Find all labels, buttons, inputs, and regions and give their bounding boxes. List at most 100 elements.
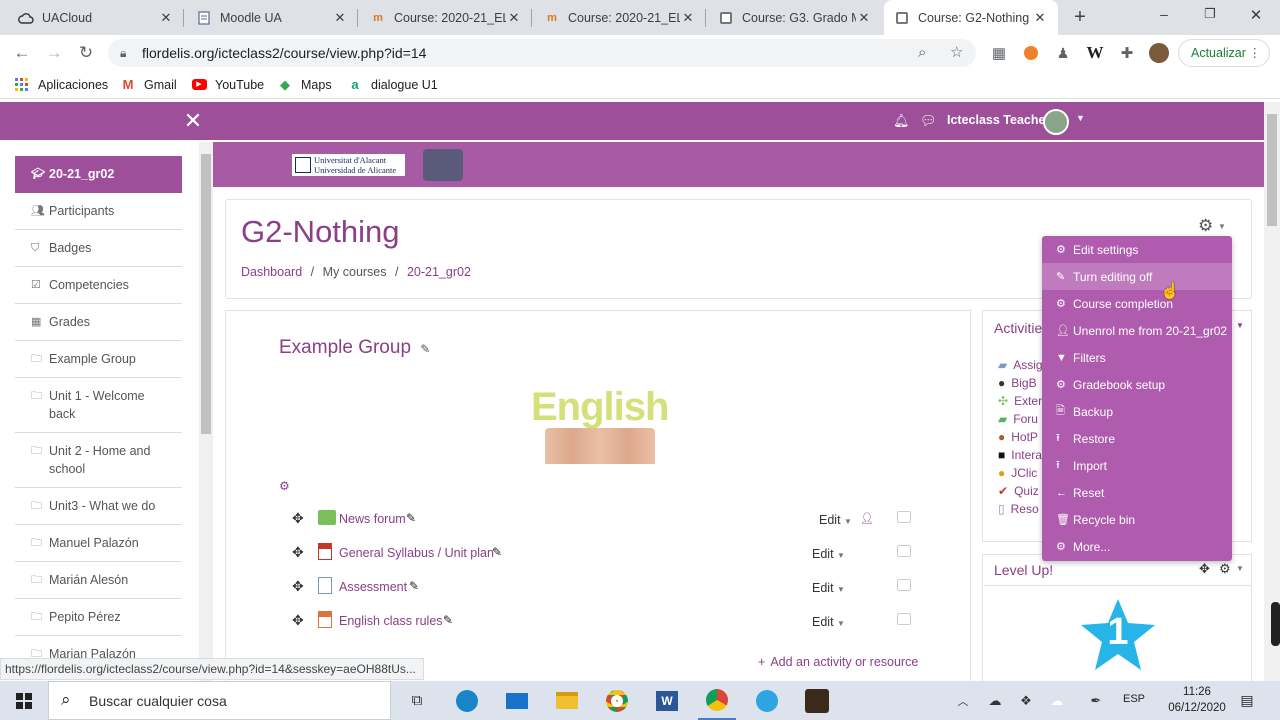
bookmark-apps[interactable]: Aplicaciones xyxy=(14,71,108,98)
notifications-icon[interactable]: ▤ xyxy=(1234,681,1260,720)
bookmark-dialogue[interactable]: a dialogue U1 xyxy=(347,71,437,98)
user-icon[interactable]: 👤︎ xyxy=(860,512,874,525)
drawer-item-section[interactable]: 🗀 Manuel Palazón xyxy=(15,525,182,562)
drawer-item-section[interactable]: 🗀 Unit 1 - Welcome back xyxy=(15,378,182,433)
word-icon[interactable]: W xyxy=(648,681,686,720)
activity-type-item[interactable]: ■ Intera xyxy=(998,446,1043,464)
edit-menu[interactable]: Edit ▼ xyxy=(812,547,845,561)
task-view-icon[interactable]: ⧉ xyxy=(402,681,432,720)
page-scrollbar[interactable] xyxy=(1264,102,1280,681)
activity-type-item[interactable]: ● JClic xyxy=(998,464,1043,482)
activity-type-item[interactable]: ▯ Reso xyxy=(998,500,1043,518)
scrollbar-thumb[interactable] xyxy=(201,154,211,434)
zoom-icon[interactable]: ⌕ xyxy=(918,39,926,67)
new-tab-icon[interactable]: + xyxy=(1068,5,1092,29)
close-tab-icon[interactable]: ✕ xyxy=(332,10,348,26)
pencil-icon[interactable]: ✎ xyxy=(492,545,502,559)
gear-icon[interactable]: ⚙ xyxy=(279,479,290,493)
completion-checkbox-icon[interactable] xyxy=(897,545,911,557)
close-tab-icon[interactable]: ✕ xyxy=(158,10,174,26)
taskbar-search-box[interactable]: ⌕ Buscar cualquier cosa xyxy=(48,681,391,720)
activity-link[interactable]: News forum xyxy=(339,512,406,526)
menu-item-edit-settings[interactable]: ⚙ Edit settings xyxy=(1042,236,1232,263)
gear-icon[interactable]: ⚙ xyxy=(1198,216,1213,236)
breadcrumb-link[interactable]: 20-21_gr02 xyxy=(407,265,471,279)
breadcrumb-link[interactable]: My courses xyxy=(323,265,387,279)
browser-tab-active[interactable]: Course: G2-Nothing ✕ xyxy=(884,0,1058,35)
completion-checkbox-icon[interactable] xyxy=(897,579,911,591)
chrome-icon[interactable] xyxy=(598,681,636,720)
avatar[interactable] xyxy=(1147,41,1171,65)
drawer-item-section[interactable]: 🗀 Marián Alesón xyxy=(15,562,182,599)
close-tab-icon[interactable]: ✕ xyxy=(506,10,522,26)
activity-link[interactable]: General Syllabus / Unit plan xyxy=(339,546,494,560)
activity-type-item[interactable]: ✔ Quiz xyxy=(998,482,1043,500)
completion-checkbox-icon[interactable] xyxy=(897,511,911,523)
edit-menu[interactable]: Edit ▼ xyxy=(812,615,845,629)
activity-link[interactable]: Assessment xyxy=(339,580,407,594)
wikipedia-icon[interactable]: W xyxy=(1083,41,1107,65)
star-icon[interactable]: ☆ xyxy=(950,39,963,67)
forward-icon[interactable]: → xyxy=(42,41,66,65)
menu-item-filters[interactable]: ▼ Filters xyxy=(1042,344,1232,371)
edit-menu[interactable]: Edit ▼ xyxy=(812,581,845,595)
browser-tab[interactable]: Moodle UA ✕ xyxy=(186,0,358,35)
chat-icon[interactable]: 💬︎ xyxy=(920,113,937,129)
completion-checkbox-icon[interactable] xyxy=(897,613,911,625)
extension-icon[interactable]: ♟ xyxy=(1051,41,1075,65)
file-explorer-icon[interactable] xyxy=(548,681,586,720)
bookmark-gmail[interactable]: M Gmail xyxy=(120,71,177,98)
menu-item-more[interactable]: ⚙ More... xyxy=(1042,533,1232,560)
drawer-item-participants[interactable]: 👥︎ Participants xyxy=(15,193,182,230)
telegram-icon[interactable] xyxy=(748,681,786,720)
breadcrumb-link[interactable]: Dashboard xyxy=(241,265,302,279)
close-drawer-icon[interactable]: ✕ xyxy=(182,109,204,133)
puzzle-icon[interactable]: ✚ xyxy=(1115,41,1139,65)
drawer-course-home[interactable]: 🎓︎ 20-21_gr02 xyxy=(15,156,182,193)
bookmark-maps[interactable]: ◆ Maps xyxy=(277,71,332,98)
move-icon[interactable]: ✥ xyxy=(292,612,304,629)
bell-icon[interactable]: 🔔︎ xyxy=(893,113,910,129)
pen-icon[interactable]: ✒ xyxy=(1085,681,1107,720)
activity-type-item[interactable]: ▰ Assig xyxy=(998,356,1043,374)
drawer-item-section[interactable]: 🗀 Pepito Pérez xyxy=(15,599,182,636)
chrome-icon[interactable] xyxy=(698,681,736,720)
chevron-up-icon[interactable]: ︿ xyxy=(953,681,973,720)
bookmark-youtube[interactable]: ▶ YouTube xyxy=(191,71,264,98)
activity-type-item[interactable]: ● BigB xyxy=(998,374,1043,392)
drawer-item-badges[interactable]: ⛉ Badges xyxy=(15,230,182,267)
minimize-icon[interactable]: – xyxy=(1152,6,1176,22)
user-name[interactable]: Icteclass Teacher xyxy=(947,113,1050,127)
drawer-item-section[interactable]: 🗀 Unit 2 - Home and school xyxy=(15,433,182,488)
drawer-item-competencies[interactable]: ☑ Competencies xyxy=(15,267,182,304)
move-icon[interactable]: ✥ xyxy=(292,510,304,527)
apps-grid-icon[interactable]: ▦ xyxy=(987,41,1011,65)
update-button[interactable]: Actualizar ⋮ xyxy=(1178,39,1270,67)
address-bar[interactable]: 🔒︎ flordelis.org/icteclass2/course/view.… xyxy=(108,39,976,67)
close-tab-icon[interactable]: ✕ xyxy=(680,10,696,26)
drawer-item-section[interactable]: 🗀 Example Group xyxy=(15,341,182,378)
edit-menu[interactable]: Edit ▼ xyxy=(819,513,852,527)
cloud-icon[interactable]: ☁ xyxy=(984,681,1006,720)
activity-link[interactable]: English class rules xyxy=(339,614,443,628)
clock[interactable]: 11:26 06/12/2020 xyxy=(1162,684,1232,716)
windows-start-icon[interactable] xyxy=(0,681,48,720)
drawer-item-section[interactable]: 🗀 Unit3 - What we do xyxy=(15,488,182,525)
user-avatar[interactable] xyxy=(1043,109,1069,135)
add-activity-link[interactable]: + Add an activity or resource xyxy=(758,655,918,669)
dropbox-icon[interactable]: ❖ xyxy=(1015,681,1037,720)
menu-item-turn-editing-off[interactable]: ✎ Turn editing off xyxy=(1042,263,1232,290)
browser-tab[interactable]: Course: G3. Grado M ✕ xyxy=(708,0,882,35)
caret-down-icon[interactable]: ▼ xyxy=(1076,113,1085,123)
close-tab-icon[interactable]: ✕ xyxy=(1032,10,1048,26)
menu-item-import[interactable]: ⭱ Import xyxy=(1042,452,1232,479)
language-indicator[interactable]: ESP xyxy=(1123,693,1145,705)
back-icon[interactable]: ← xyxy=(10,41,34,65)
move-icon[interactable]: ✥ xyxy=(292,544,304,561)
extension-icon[interactable] xyxy=(1019,41,1043,65)
mail-icon[interactable] xyxy=(498,681,536,720)
menu-item-unenrol[interactable]: 👤︎ Unenrol me from 20-21_gr02 xyxy=(1042,317,1232,344)
browser-tab[interactable]: m Course: 2020-21_EL / ✕ xyxy=(534,0,706,35)
pencil-icon[interactable]: ✎ xyxy=(443,613,453,627)
caret-down-icon[interactable]: ▼ xyxy=(1218,222,1226,231)
